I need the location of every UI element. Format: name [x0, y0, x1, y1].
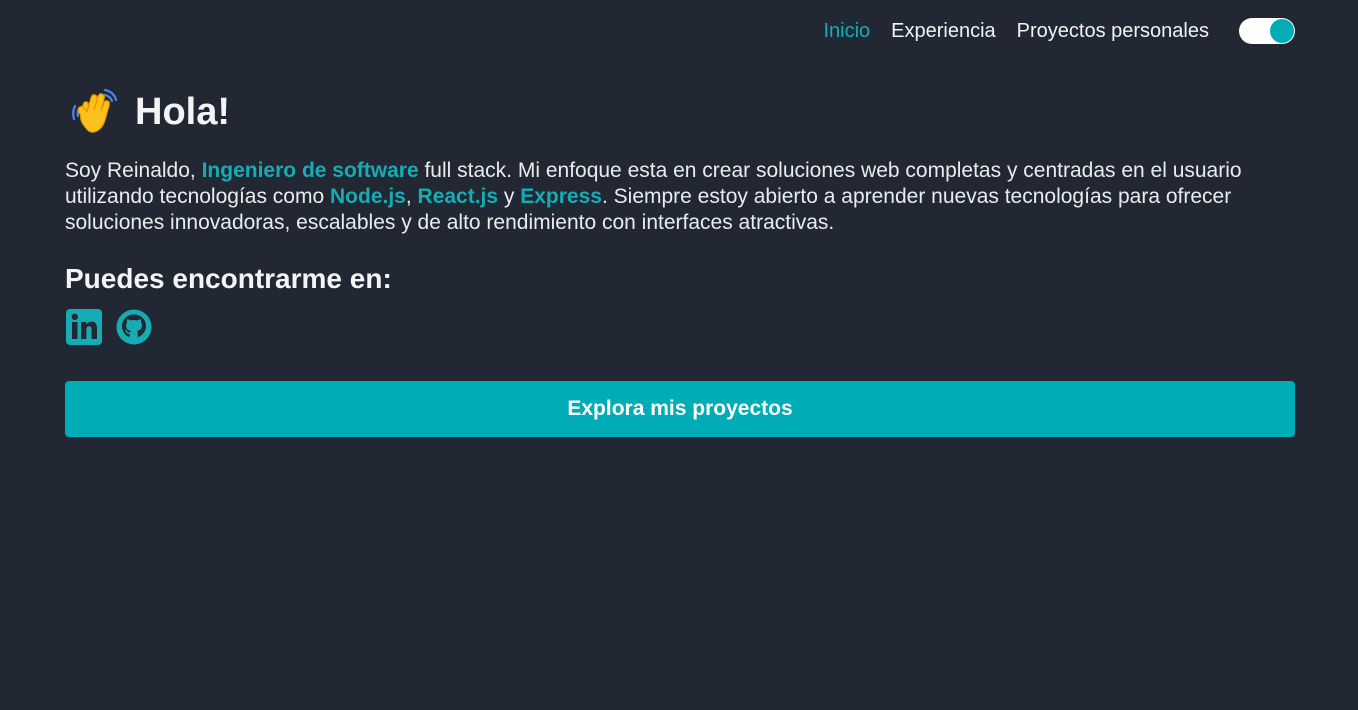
intro-paragraph: Soy Reinaldo, Ingeniero de software full… [65, 158, 1295, 236]
theme-toggle-knob [1270, 19, 1294, 43]
tech-reactjs: React.js [417, 185, 499, 208]
intro-sep-1: , [405, 185, 418, 208]
hero-section: Hola! Soy Reinaldo, Ingeniero de softwar… [65, 88, 1295, 437]
explore-projects-button[interactable]: Explora mis proyectos [65, 381, 1295, 437]
github-icon[interactable] [115, 308, 153, 346]
hero-title: Hola! [135, 90, 230, 133]
waving-hand-icon [72, 88, 118, 133]
find-me-heading: Puedes encontrarme en: [65, 263, 392, 294]
social-links [65, 307, 1295, 347]
intro-role-highlight: Ingeniero de software [201, 159, 419, 182]
intro-text-1: Soy Reinaldo, [65, 159, 202, 182]
linkedin-icon[interactable] [65, 308, 103, 346]
page: Inicio Experiencia Proyectos personales … [0, 0, 1358, 710]
nav-link-proyectos-personales[interactable]: Proyectos personales [1017, 17, 1209, 45]
top-nav: Inicio Experiencia Proyectos personales [802, 17, 1295, 45]
nav-link-inicio[interactable]: Inicio [823, 17, 870, 45]
tech-express: Express [520, 185, 602, 208]
intro-sep-2: y [498, 185, 521, 208]
nav-link-experiencia[interactable]: Experiencia [891, 17, 996, 45]
hero-title-row: Hola! [65, 88, 1295, 136]
theme-toggle[interactable] [1239, 18, 1295, 44]
tech-nodejs: Node.js [330, 185, 406, 208]
